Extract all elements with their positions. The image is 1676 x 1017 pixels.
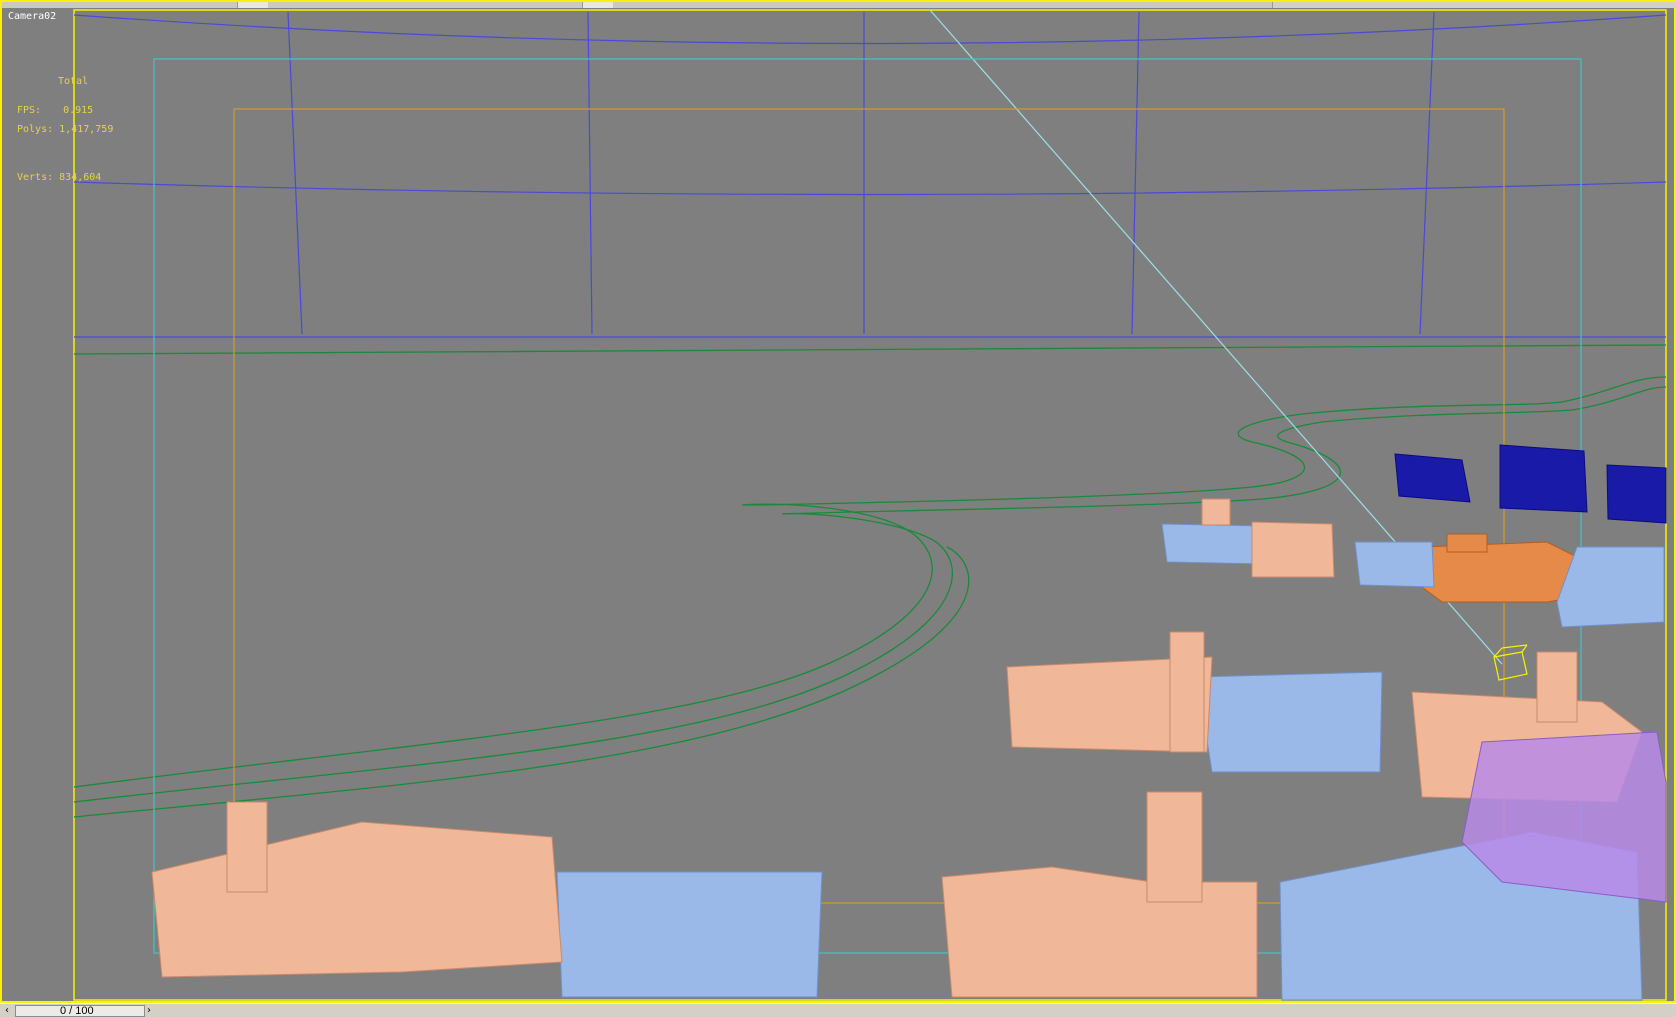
stats-polys-row: Polys: 1,417,759 <box>17 122 113 138</box>
building-dark-blue-group <box>1394 444 1667 524</box>
frame-display: 0 / 100 <box>60 1005 94 1017</box>
viewport-label[interactable]: Camera02 <box>8 11 56 22</box>
chevron-left-icon[interactable]: ‹ <box>2 1005 12 1016</box>
verts-label: Verts: <box>17 172 54 183</box>
scene-statistics: Total Polys: 1,417,759 Verts: 834,604 <box>17 42 113 218</box>
chevron-right-icon[interactable]: › <box>144 1005 154 1016</box>
polys-label: Polys: <box>17 124 54 135</box>
stats-header: Total <box>58 76 89 87</box>
stats-verts-row: Verts: 834,604 <box>17 170 113 186</box>
safe-frame-action <box>153 58 1582 954</box>
fps-readout: FPS: 0.915 <box>17 105 93 116</box>
timeline-bar: ‹ 0 / 100 › <box>0 1003 1676 1017</box>
time-slider[interactable]: 0 / 100 <box>15 1005 145 1017</box>
building-orange <box>1421 533 1578 603</box>
fps-value: 0.915 <box>63 105 94 116</box>
horizon-line <box>73 344 1667 355</box>
sky-grid <box>73 11 1667 338</box>
camera-viewport[interactable]: Camera02 Total Polys: 1,417,759 Verts: 8… <box>0 0 1676 1003</box>
camera-target-box <box>1493 644 1528 681</box>
verts-value: 834,604 <box>59 172 102 183</box>
safe-frame-title <box>233 108 1505 904</box>
polys-value: 1,417,759 <box>59 124 114 135</box>
scene-wireframe <box>73 9 1667 1001</box>
fps-label: FPS: <box>17 105 42 116</box>
app-window: Camera02 Total Polys: 1,417,759 Verts: 8… <box>0 0 1676 1017</box>
